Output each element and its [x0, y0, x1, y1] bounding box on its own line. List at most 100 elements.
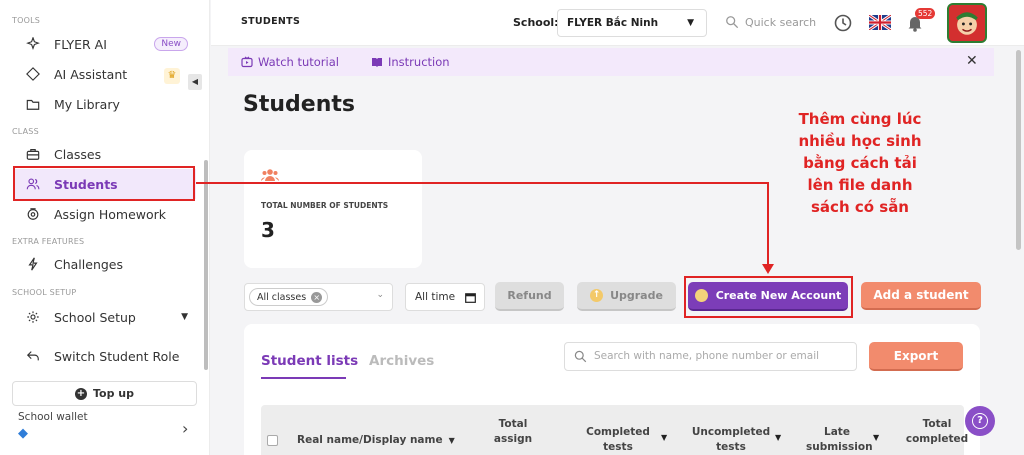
close-icon[interactable]: ✕	[966, 53, 978, 69]
instruction-link[interactable]: Instruction	[371, 55, 450, 69]
annotation-connector-vertical	[767, 182, 769, 266]
new-badge: New	[154, 37, 188, 51]
column-header-late[interactable]: Late submission	[806, 425, 873, 455]
section-label-extra: EXTRA FEATURES	[12, 237, 85, 246]
school-label: School:	[513, 16, 559, 29]
class-chip[interactable]: All classes ×	[249, 288, 329, 306]
question-icon: ?	[972, 413, 988, 429]
chevron-down-icon: ▼	[181, 312, 188, 322]
watch-tutorial-link[interactable]: Watch tutorial	[241, 55, 339, 69]
avatar[interactable]	[947, 3, 987, 43]
total-students-card: TOTAL NUMBER OF STUDENTS 3	[244, 150, 422, 268]
sidebar-item-classes[interactable]: Classes	[14, 139, 196, 169]
tutorial-banner: Watch tutorial Instruction ✕	[228, 48, 994, 76]
section-label-school-setup: SCHOOL SETUP	[12, 288, 77, 297]
sparkle-icon	[26, 37, 40, 51]
upgrade-button[interactable]: ↑ Upgrade	[577, 282, 676, 311]
tab-archives[interactable]: Archives	[369, 353, 434, 369]
section-label-class: CLASS	[12, 127, 39, 136]
caret-down-icon: ▼	[687, 18, 694, 28]
annotation-highlight-create-button	[684, 276, 853, 318]
time-filter-input[interactable]: All time	[405, 283, 485, 311]
page-breadcrumb: STUDENTS	[241, 16, 301, 27]
stat-label: TOTAL NUMBER OF STUDENTS	[261, 201, 389, 210]
lightning-icon	[26, 257, 40, 271]
class-filter-select[interactable]: All classes × ⌄	[244, 283, 393, 311]
sort-icon: ▼	[661, 433, 668, 442]
column-header-name[interactable]: Real name/Display name ▼	[297, 433, 455, 448]
chevron-right-icon[interactable]: ›	[182, 419, 188, 438]
time-filter-label: All time	[415, 291, 456, 303]
page-scrollbar[interactable]	[1016, 50, 1021, 250]
column-header-total-assign[interactable]: Total assign	[491, 417, 535, 447]
sidebar-item-label: FLYER AI	[54, 36, 107, 52]
uk-flag-icon[interactable]	[869, 15, 891, 30]
school-select-value: FLYER Bắc Ninh	[567, 17, 659, 29]
sidebar: TOOLS FLYER AI New AI Assistant ♛ ◀ My L…	[0, 0, 210, 455]
sidebar-scrollbar[interactable]	[204, 160, 208, 370]
sidebar-item-label: Challenges	[54, 256, 124, 272]
diamond-star-icon	[26, 67, 40, 81]
top-up-label: Top up	[92, 387, 134, 400]
sidebar-item-school-setup[interactable]: School Setup ▼	[14, 302, 196, 332]
history-icon[interactable]	[833, 13, 853, 33]
group-icon	[261, 169, 279, 181]
plus-circle-icon: +	[74, 387, 87, 400]
switch-arrow-icon	[26, 349, 40, 363]
column-header-uncompleted[interactable]: Uncompleted tests	[691, 425, 771, 455]
export-button[interactable]: Export	[869, 342, 963, 371]
notification-badge: 552	[915, 8, 936, 19]
add-student-button[interactable]: Add a student	[861, 282, 981, 310]
sidebar-item-label: Switch Student Role	[54, 348, 180, 364]
sidebar-item-assign-homework[interactable]: Assign Homework	[14, 199, 196, 229]
book-icon	[372, 58, 382, 67]
search-icon	[726, 16, 739, 29]
tab-student-lists[interactable]: Student lists	[261, 353, 358, 369]
sidebar-item-label: AI Assistant	[54, 66, 128, 82]
select-all-checkbox[interactable]	[267, 435, 278, 446]
column-header-completed[interactable]: Completed tests	[581, 425, 655, 455]
instruction-label: Instruction	[388, 55, 450, 69]
sort-icon: ▼	[873, 433, 880, 442]
calendar-icon[interactable]	[465, 292, 476, 303]
sidebar-item-label: Assign Homework	[54, 206, 167, 222]
quick-search[interactable]: Quick search	[725, 15, 816, 29]
sidebar-item-flyer-ai[interactable]: FLYER AI New	[14, 29, 196, 59]
upgrade-label: Upgrade	[610, 289, 663, 302]
column-header-total-completed[interactable]: Total completed	[901, 417, 973, 447]
collapse-sidebar-icon[interactable]: ◀	[188, 74, 202, 90]
refund-button[interactable]: Refund	[495, 282, 564, 311]
gear-badge-icon	[26, 207, 40, 221]
settings-icon	[26, 310, 40, 324]
student-search-input[interactable]: Search with name, phone number or email	[564, 342, 857, 371]
section-label-tools: TOOLS	[12, 16, 41, 25]
search-icon	[574, 350, 587, 363]
chevron-down-icon: ⌄	[376, 290, 384, 300]
stat-value: 3	[261, 218, 275, 242]
diamond-gem-icon: ◆	[18, 426, 28, 441]
annotation-arrow-head	[762, 264, 774, 274]
video-icon	[241, 56, 253, 68]
crown-icon: ♛	[164, 68, 180, 84]
briefcase-icon	[26, 147, 40, 161]
search-placeholder: Search with name, phone number or email	[594, 350, 820, 362]
sidebar-item-label: My Library	[54, 96, 120, 112]
page-title: Students	[243, 92, 355, 117]
coin-icon: ↑	[590, 289, 604, 302]
top-up-button[interactable]: + Top up	[12, 381, 197, 406]
sidebar-item-challenges[interactable]: Challenges	[14, 249, 196, 279]
add-label: Add a student	[873, 288, 969, 302]
annotation-highlight-students	[13, 166, 195, 201]
annotation-connector-horizontal	[196, 182, 768, 184]
sort-icon: ▼	[448, 436, 455, 445]
help-button[interactable]: ?	[965, 406, 995, 436]
remove-chip-icon[interactable]: ×	[311, 291, 323, 303]
school-select[interactable]: FLYER Bắc Ninh ▼	[557, 9, 707, 37]
class-chip-label: All classes	[257, 291, 307, 303]
sidebar-item-label: School Setup	[54, 309, 136, 325]
top-bar: STUDENTS School: FLYER Bắc Ninh ▼ Quick …	[211, 0, 1024, 46]
sidebar-item-my-library[interactable]: My Library	[14, 89, 196, 119]
refund-label: Refund	[507, 289, 552, 302]
sidebar-item-switch-role[interactable]: Switch Student Role	[14, 341, 196, 371]
annotation-text: Thêm cùng lúc nhiều học sinh bằng cách t…	[798, 110, 922, 216]
